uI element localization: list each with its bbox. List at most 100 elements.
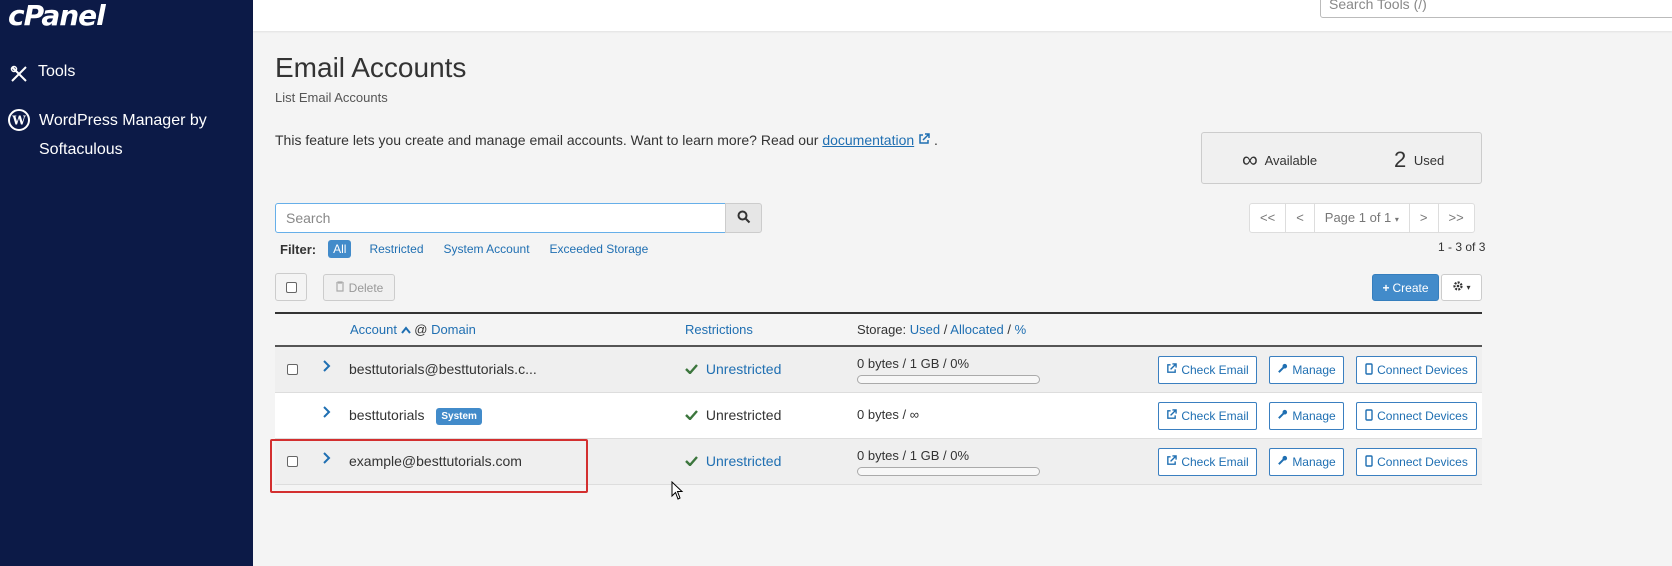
first-page-button[interactable]: << — [1250, 204, 1287, 232]
sidebar-item-wordpress[interactable]: W WordPress Manager by Softaculous — [8, 106, 248, 158]
prev-page-button[interactable]: < — [1286, 204, 1315, 232]
wrench-icon — [1277, 455, 1288, 469]
mouse-cursor-icon — [671, 480, 685, 504]
connect-devices-label: Connect Devices — [1377, 363, 1468, 377]
documentation-link[interactable]: documentation — [822, 132, 914, 148]
page-description: This feature lets you create and manage … — [275, 132, 938, 148]
connect-devices-button[interactable]: Connect Devices — [1356, 356, 1477, 384]
next-page-button[interactable]: > — [1410, 204, 1439, 232]
connect-devices-label: Connect Devices — [1377, 409, 1468, 423]
sort-storage-allocated[interactable]: Allocated — [950, 322, 1003, 337]
external-link-icon — [1166, 409, 1178, 423]
table-header: Account @ Domain Restrictions Storage: U… — [275, 312, 1482, 347]
filter-exceeded-storage[interactable]: Exceeded Storage — [550, 242, 649, 256]
wordpress-icon: W — [8, 109, 30, 131]
check-email-button[interactable]: Check Email — [1158, 356, 1257, 384]
check-email-button[interactable]: Check Email — [1158, 448, 1257, 476]
filter-system-account[interactable]: System Account — [444, 242, 530, 256]
check-email-label: Check Email — [1181, 409, 1249, 423]
manage-label: Manage — [1292, 363, 1336, 377]
manage-label: Manage — [1292, 455, 1336, 469]
column-storage: Storage: Used / Allocated / % — [857, 322, 1026, 337]
mobile-icon — [1365, 454, 1373, 470]
storage-bar — [857, 375, 1040, 384]
last-page-button[interactable]: >> — [1439, 204, 1474, 232]
gear-icon — [1452, 280, 1464, 295]
chevron-right-icon[interactable] — [323, 359, 331, 377]
domain-header: Domain — [431, 322, 476, 337]
row-checkbox[interactable] — [287, 456, 298, 467]
restriction-status: Unrestricted — [685, 361, 781, 377]
documentation-link-text: documentation — [822, 132, 915, 148]
tools-icon — [8, 63, 30, 85]
wrench-icon — [1277, 363, 1288, 377]
create-label: Create — [1392, 280, 1429, 295]
settings-dropdown-button[interactable]: ▾ — [1441, 274, 1482, 301]
manage-button[interactable]: Manage — [1269, 402, 1344, 430]
restriction-status: Unrestricted — [685, 407, 781, 423]
check-icon — [685, 407, 702, 423]
sidebar: cPanel Tools W WordPress Manager by Soft… — [0, 0, 253, 566]
filter-restricted[interactable]: Restricted — [369, 242, 423, 256]
manage-button[interactable]: Manage — [1269, 356, 1344, 384]
check-email-label: Check Email — [1181, 363, 1249, 377]
storage-text: 0 bytes / ∞ — [857, 407, 920, 422]
filter-all[interactable]: All — [328, 240, 352, 258]
mobile-icon — [1365, 362, 1373, 378]
search-input[interactable]: Search — [275, 203, 726, 233]
page-select[interactable]: Page 1 of 1 ▾ — [1315, 204, 1410, 232]
used-value: 2 — [1394, 147, 1407, 172]
account-name: besttutorials System — [349, 407, 482, 425]
connect-devices-button[interactable]: Connect Devices — [1356, 448, 1477, 476]
page-title: Email Accounts — [275, 52, 467, 83]
chevron-right-icon[interactable] — [323, 451, 331, 469]
account-stats: ∞ Available 2 Used — [1201, 132, 1482, 184]
filter-label: Filter: — [280, 241, 317, 257]
search-button[interactable] — [725, 203, 762, 233]
row-checkbox[interactable] — [287, 364, 298, 375]
available-value: ∞ — [1242, 147, 1258, 172]
external-link-icon — [1166, 363, 1178, 377]
cpanel-logo[interactable]: cPanel — [8, 0, 106, 32]
sort-storage-percent[interactable]: % — [1015, 322, 1027, 337]
restriction-link[interactable]: Unrestricted — [706, 453, 781, 469]
description-text: This feature lets you create and manage … — [275, 132, 819, 148]
create-button[interactable]: + Create — [1372, 274, 1439, 301]
plus-icon: + — [1382, 280, 1390, 295]
search-tools-input[interactable]: Search Tools (/) — [1320, 0, 1672, 18]
svg-text:W: W — [11, 114, 26, 128]
chevron-right-icon[interactable] — [323, 405, 331, 423]
check-icon — [685, 361, 702, 377]
system-badge: System — [436, 408, 482, 425]
check-email-label: Check Email — [1181, 455, 1249, 469]
wrench-icon — [1277, 409, 1288, 423]
storage-cell: 0 bytes / 1 GB / 0% — [857, 448, 1040, 476]
select-all-checkbox[interactable] — [275, 273, 307, 301]
table-row: besttutorials@besttutorials.c... Unrestr… — [275, 347, 1482, 393]
storage-text: 0 bytes / 1 GB / 0% — [857, 448, 969, 463]
filter-bar: Filter: All Restricted System Account Ex… — [280, 240, 668, 258]
column-account[interactable]: Account @ Domain — [350, 322, 476, 337]
account-name: example@besttutorials.com — [349, 453, 522, 469]
checkbox-box — [285, 281, 297, 293]
external-link-icon — [1166, 455, 1178, 469]
table-row: besttutorials System Unrestricted 0 byte… — [275, 393, 1482, 439]
caret-down-icon: ▾ — [1466, 283, 1471, 292]
page-label: Page 1 of 1 — [1324, 210, 1392, 225]
manage-button[interactable]: Manage — [1269, 448, 1344, 476]
column-restrictions[interactable]: Restrictions — [685, 322, 753, 337]
restriction-status: Unrestricted — [685, 453, 781, 469]
storage-bar — [857, 467, 1040, 476]
check-email-button[interactable]: Check Email — [1158, 402, 1257, 430]
sidebar-item-label: WordPress Manager by Softaculous — [39, 112, 207, 158]
delete-button[interactable]: Delete — [323, 274, 395, 301]
connect-devices-label: Connect Devices — [1377, 455, 1468, 469]
result-count: 1 - 3 of 3 — [1438, 240, 1486, 254]
account-name: besttutorials@besttutorials.c... — [349, 361, 537, 377]
sidebar-item-tools[interactable]: Tools — [8, 63, 75, 85]
storage-cell: 0 bytes / ∞ — [857, 407, 919, 422]
connect-devices-button[interactable]: Connect Devices — [1356, 402, 1477, 430]
sort-storage-used[interactable]: Used — [910, 322, 940, 337]
trash-icon — [335, 280, 345, 295]
restriction-link[interactable]: Unrestricted — [706, 361, 781, 377]
